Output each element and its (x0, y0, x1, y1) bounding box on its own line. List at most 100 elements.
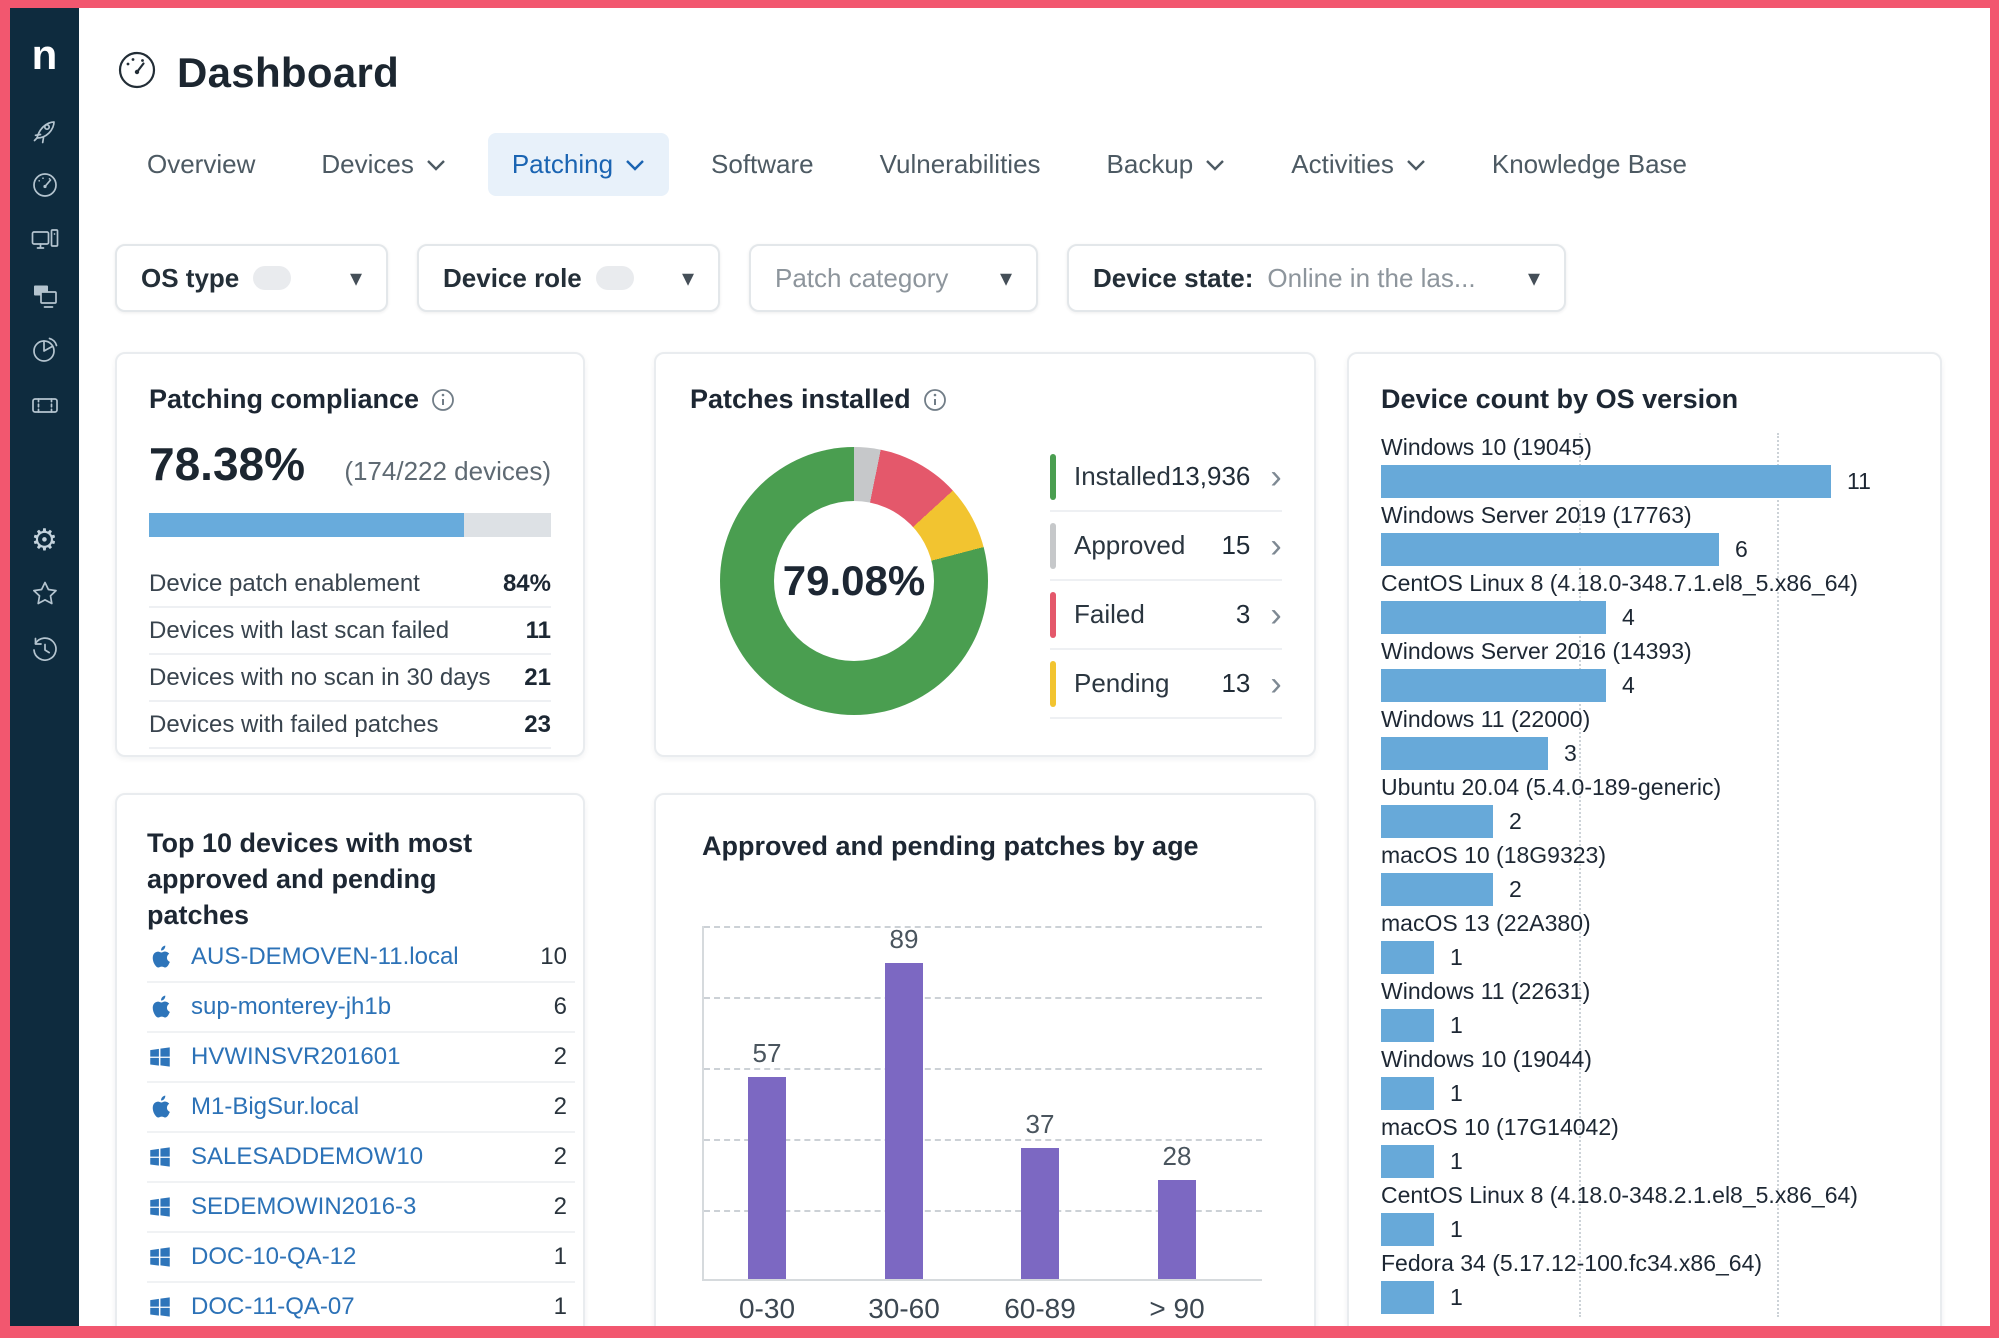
sidebar-item-devices[interactable] (29, 226, 61, 258)
device-row: DOC-11-QA-07 1 (147, 1283, 575, 1326)
tab-label: Devices (321, 149, 414, 179)
compliance-row-label: Device patch enablement (149, 569, 420, 597)
os-item: Windows 11 (22000) 3 (1381, 705, 1912, 773)
chevron-down-icon (626, 159, 644, 171)
os-label: macOS 13 (22A380) (1381, 910, 1591, 936)
info-icon[interactable] (431, 388, 455, 412)
os-item: macOS 10 (17G14042) 1 (1381, 1113, 1912, 1181)
sidebar-item-dashboard[interactable] (29, 171, 61, 203)
os-value: 1 (1450, 1284, 1463, 1310)
legend-row-pending[interactable]: Pending 13 › (1050, 650, 1282, 719)
sidebar-item-reports[interactable] (29, 336, 61, 368)
os-item: CentOS Linux 8 (4.18.0-348.2.1.el8_5.x86… (1381, 1181, 1912, 1249)
compliance-progress-bar (149, 513, 551, 537)
compliance-percent: 78.38% (149, 438, 306, 490)
os-value: 4 (1622, 604, 1635, 630)
page-title: Dashboard (177, 48, 400, 96)
os-item: Ubuntu 20.04 (5.4.0-189-generic) 2 (1381, 773, 1912, 841)
os-value: 1 (1450, 1080, 1463, 1106)
os-bar (1381, 1281, 1434, 1314)
tab-activities[interactable]: Activities (1267, 133, 1450, 196)
gear-icon: ⚙ (31, 524, 58, 557)
gridline (704, 926, 1262, 928)
top-devices-list: AUS-DEMOVEN-11.local 10 sup-monterey-jh1… (147, 933, 575, 1326)
os-bar (1381, 601, 1606, 634)
card-title: Top 10 devices with most approved and pe… (147, 825, 575, 933)
os-value: 1 (1450, 1216, 1463, 1242)
device-name-link[interactable]: M1-BigSur.local (191, 1093, 359, 1121)
filter-label: Device role (443, 262, 582, 293)
legend-value: 13,936 (1170, 461, 1251, 491)
device-name-link[interactable]: HVWINSVR201601 (191, 1043, 400, 1071)
tab-knowledge-base[interactable]: Knowledge Base (1468, 133, 1711, 196)
legend-row-failed[interactable]: Failed 3 › (1050, 581, 1282, 650)
sidebar-item-settings[interactable]: ⚙ (29, 525, 61, 557)
card-top-devices: Top 10 devices with most approved and pe… (115, 793, 585, 1326)
sidebar-item-dashboards-active[interactable] (29, 281, 61, 313)
sidebar-item-history[interactable] (29, 635, 61, 667)
card-title: Patching compliance (149, 384, 551, 415)
age-category-label: 0-30 (738, 1293, 796, 1324)
tab-label: Patching (511, 149, 614, 179)
os-label: macOS 10 (18G9323) (1381, 842, 1607, 868)
sidebar-item-favorites[interactable] (29, 580, 61, 612)
tab-vulnerabilities[interactable]: Vulnerabilities (856, 133, 1065, 196)
compliance-stats: Device patch enablement 84% Devices with… (149, 561, 551, 749)
device-row: HVWINSVR201601 2 (147, 1033, 575, 1083)
age-category-label: 60-89 (1004, 1293, 1076, 1324)
sidebar-nav: ⚙ (29, 116, 61, 667)
filter-count-pill (253, 266, 292, 290)
device-name-link[interactable]: SEDEMOWIN2016-3 (191, 1193, 416, 1221)
device-name-link[interactable]: SALESADDEMOW10 (191, 1143, 423, 1171)
tab-backup[interactable]: Backup (1083, 133, 1250, 196)
windows-icon (147, 1043, 175, 1071)
filter-patch-category[interactable]: Patch category ▾ (749, 244, 1038, 312)
compliance-row-label: Devices with no scan in 30 days (149, 663, 491, 691)
device-patch-count: 2 (553, 1043, 567, 1070)
os-item: CentOS Linux 8 (4.18.0-348.7.1.el8_5.x86… (1381, 569, 1912, 637)
gridline (704, 997, 1262, 999)
device-patch-count: 2 (553, 1093, 567, 1120)
tab-software[interactable]: Software (687, 133, 838, 196)
device-name-link[interactable]: sup-monterey-jh1b (191, 993, 391, 1021)
device-name-link[interactable]: DOC-11-QA-07 (191, 1293, 355, 1321)
sidebar: n ⚙ (10, 8, 79, 1326)
card-patches-installed: Patches installed 79.08% Installed 13,93… (654, 352, 1316, 757)
legend-swatch (1050, 522, 1056, 569)
sidebar-item-getting-started[interactable] (29, 116, 61, 148)
filter-os-type[interactable]: OS type ▾ (115, 244, 388, 312)
app-window: n ⚙ Dashboard Overview Devices Patching … (10, 8, 1990, 1326)
legend-row-installed[interactable]: Installed 13,936 › (1050, 443, 1282, 512)
donut-legend: Installed 13,936 › Approved 15 › Failed … (1050, 443, 1282, 719)
device-name-link[interactable]: DOC-10-QA-12 (191, 1243, 356, 1271)
filter-device-role[interactable]: Device role ▾ (417, 244, 720, 312)
compliance-progress-fill (149, 513, 465, 537)
age-bar-group: 89 30-60 (844, 924, 964, 1324)
info-icon[interactable] (923, 388, 947, 412)
os-value: 2 (1509, 808, 1522, 834)
dashboard-grid: Patching compliance 78.38% (174/222 devi… (115, 352, 1990, 1326)
os-label: CentOS Linux 8 (4.18.0-348.7.1.el8_5.x86… (1381, 570, 1858, 596)
card-title: Approved and pending patches by age (702, 831, 1314, 862)
filter-device-state[interactable]: Device state: Online in the las... ▾ (1067, 244, 1566, 312)
os-value: 11 (1847, 468, 1871, 494)
device-row: DOC-10-QA-12 1 (147, 1233, 575, 1283)
history-icon (30, 634, 60, 669)
main-area: Dashboard Overview Devices Patching Soft… (79, 8, 1990, 1326)
legend-row-approved[interactable]: Approved 15 › (1050, 512, 1282, 581)
filter-count-pill (595, 266, 634, 290)
tab-overview[interactable]: Overview (123, 133, 279, 196)
ticket-icon (30, 390, 60, 425)
sidebar-item-ticketing[interactable] (29, 391, 61, 423)
tab-patching[interactable]: Patching (487, 133, 670, 196)
windows-icon (147, 1293, 175, 1321)
rocket-icon (30, 115, 60, 150)
os-value: 1 (1450, 1148, 1463, 1174)
compliance-row-value: 11 (525, 616, 551, 644)
age-bar (1021, 1148, 1059, 1279)
windows-icon (147, 1143, 175, 1171)
device-name-link[interactable]: AUS-DEMOVEN-11.local (191, 943, 459, 971)
device-patch-count: 2 (553, 1143, 567, 1170)
tab-devices[interactable]: Devices (297, 133, 469, 196)
age-category-label: > 90 (1149, 1293, 1205, 1324)
